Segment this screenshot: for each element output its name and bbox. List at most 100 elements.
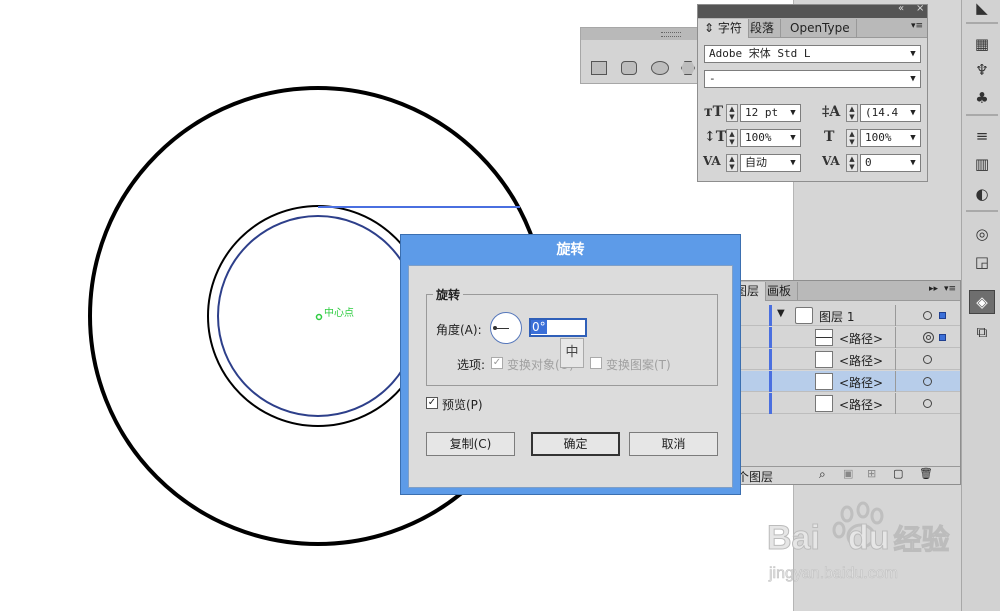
horizontal-scale-field[interactable]: 100% ▼ xyxy=(860,129,921,147)
selection-indicator[interactable] xyxy=(939,334,946,341)
vertical-scale-icon: ↕T xyxy=(704,129,727,145)
tab-opentype-label: OpenType xyxy=(790,21,850,35)
collapse-icon[interactable]: « xyxy=(898,3,904,14)
panel-menu-icon[interactable]: ▾≡ xyxy=(944,284,956,294)
leading-icon: ‡A xyxy=(822,104,841,120)
target-circle-icon[interactable] xyxy=(923,399,932,408)
angle-input[interactable]: 0° xyxy=(529,318,587,337)
layers-panel-footer: 个图层 ⌕ ▣ ⊞ ▢ 🗑 xyxy=(729,466,960,484)
cancel-button[interactable]: 取消 xyxy=(629,432,718,456)
chevron-down-icon: ▼ xyxy=(910,108,916,118)
layer-name[interactable]: 图层 1 xyxy=(819,308,854,325)
transparency-icon[interactable]: ◐ xyxy=(969,182,995,206)
tab-artboards[interactable]: 画板 xyxy=(761,282,799,301)
new-layer-icon[interactable]: ▢ xyxy=(893,467,903,480)
layer-item-row[interactable]: <路径> xyxy=(729,327,960,348)
font-size-field[interactable]: 12 pt ▼ xyxy=(740,104,801,122)
tab-character-label: 字符 xyxy=(717,21,742,35)
layer-item-row[interactable]: <路径> xyxy=(729,349,960,370)
transform-patterns-checkbox[interactable] xyxy=(590,357,602,369)
chevron-down-icon: ▼ xyxy=(910,49,916,59)
gradient-icon[interactable]: ▥ xyxy=(969,152,995,176)
layer-row[interactable]: ▼ 图层 1 xyxy=(729,305,960,326)
rounded-rectangle-tool-icon[interactable] xyxy=(621,61,637,75)
font-size-icon: ᴛT xyxy=(704,104,724,120)
target-circle-icon[interactable] xyxy=(923,332,934,343)
gradient-panel-icon[interactable]: ◣ xyxy=(969,0,995,20)
tab-character[interactable]: ⇕ 字符 xyxy=(698,19,749,38)
watermark-suffix: 经验 xyxy=(893,524,950,556)
search-icon[interactable]: ⌕ xyxy=(819,467,826,482)
layer-item-row[interactable]: <路径> xyxy=(729,371,960,392)
leading-field[interactable]: (14.4 ▼ xyxy=(860,104,921,122)
layer-color-bar xyxy=(769,349,772,370)
layer-item-row[interactable]: <路径> xyxy=(729,393,960,414)
trash-icon[interactable]: 🗑 xyxy=(919,467,933,480)
path-name[interactable]: <路径> xyxy=(839,330,883,347)
angle-dial-icon[interactable] xyxy=(490,312,522,344)
shape-tools-floating-panel xyxy=(580,27,698,84)
rectangle-tool-icon[interactable] xyxy=(591,61,607,75)
tracking-field[interactable]: 0 ▼ xyxy=(860,154,921,172)
ok-button[interactable]: 确定 xyxy=(531,432,620,456)
preview-checkbox[interactable]: ✓ xyxy=(426,397,438,409)
close-icon[interactable]: × xyxy=(916,3,924,14)
layer-count-label: 个图层 xyxy=(737,470,774,484)
watermark-url: jingyan.baidu.com xyxy=(769,565,899,583)
path-name[interactable]: <路径> xyxy=(839,352,883,369)
ellipse-tool-icon[interactable] xyxy=(651,61,669,75)
leading-value: (14.4 xyxy=(865,106,899,119)
font-size-stepper[interactable]: ▲ ▼ xyxy=(726,104,738,122)
divider xyxy=(895,327,896,348)
graphic-styles-icon[interactable]: ◲ xyxy=(969,250,995,274)
path-thumbnail xyxy=(815,395,833,412)
transform-objects-checkbox[interactable]: ✓ xyxy=(491,357,503,369)
kerning-field[interactable]: 自动 ▼ xyxy=(740,154,801,172)
horizontal-scale-stepper[interactable]: ▲ ▼ xyxy=(846,129,858,147)
panel-grip[interactable] xyxy=(581,28,697,40)
expand-panel-icon[interactable]: ▸▸ xyxy=(929,284,938,294)
character-panel: « × ⇕ 字符 段落 OpenType ▾≡ Adobe 宋体 Std L ▼… xyxy=(697,3,928,182)
panel-menu-icon[interactable]: ▾≡ xyxy=(911,21,923,31)
target-circle-icon[interactable] xyxy=(923,377,932,386)
disclosure-triangle-icon[interactable]: ▼ xyxy=(777,308,785,319)
artboards-icon[interactable]: ⧉ xyxy=(969,320,995,344)
symbols-icon[interactable]: ♣ xyxy=(969,86,995,110)
panel-titlebar[interactable]: « × xyxy=(698,3,927,18)
chevron-down-icon: ▼ xyxy=(910,74,916,84)
vertical-scale-stepper[interactable]: ▲ ▼ xyxy=(726,129,738,147)
swatches-grid-icon[interactable]: ▦ xyxy=(969,32,995,56)
tab-artboards-label: 画板 xyxy=(767,284,792,298)
font-family-value: Adobe 宋体 Std L xyxy=(709,47,811,60)
appearance-icon[interactable]: ◎ xyxy=(969,222,995,246)
layers-panel-icon[interactable]: ◈ xyxy=(969,290,995,314)
polygon-tool-icon[interactable] xyxy=(681,61,695,75)
target-circle-icon[interactable] xyxy=(923,311,932,320)
inner-black-circle[interactable] xyxy=(207,205,429,427)
ime-char: 中 xyxy=(565,345,579,360)
copy-button[interactable]: 复制(C) xyxy=(426,432,515,456)
ime-indicator[interactable]: 中 xyxy=(560,338,584,368)
make-clipping-mask-icon[interactable]: ▣ xyxy=(843,467,853,480)
selected-blue-circle[interactable] xyxy=(217,215,419,417)
target-circle-icon[interactable] xyxy=(923,355,932,364)
tab-paragraph[interactable]: 段落 xyxy=(744,19,782,38)
brushes-icon[interactable]: ♆ xyxy=(969,58,995,82)
leading-stepper[interactable]: ▲ ▼ xyxy=(846,104,858,122)
font-style-select[interactable]: - ▼ xyxy=(704,70,921,88)
selection-indicator[interactable] xyxy=(939,312,946,319)
vertical-scale-field[interactable]: 100% ▼ xyxy=(740,129,801,147)
font-family-select[interactable]: Adobe 宋体 Std L ▼ xyxy=(704,45,921,63)
kerning-stepper[interactable]: ▲ ▼ xyxy=(726,154,738,172)
watermark-brand-du: du xyxy=(847,519,890,558)
layer-color-bar xyxy=(769,371,772,392)
tab-opentype[interactable]: OpenType xyxy=(784,19,857,38)
path-name[interactable]: <路径> xyxy=(839,374,883,391)
kerning-value: 自动 xyxy=(745,156,767,169)
dialog-title[interactable]: 旋转 xyxy=(401,235,740,265)
path-name[interactable]: <路径> xyxy=(839,396,883,413)
tracking-stepper[interactable]: ▲ ▼ xyxy=(846,154,858,172)
center-point-marker[interactable] xyxy=(315,313,323,321)
new-sublayer-icon[interactable]: ⊞ xyxy=(867,467,876,480)
stroke-icon[interactable]: ≡ xyxy=(969,124,995,148)
